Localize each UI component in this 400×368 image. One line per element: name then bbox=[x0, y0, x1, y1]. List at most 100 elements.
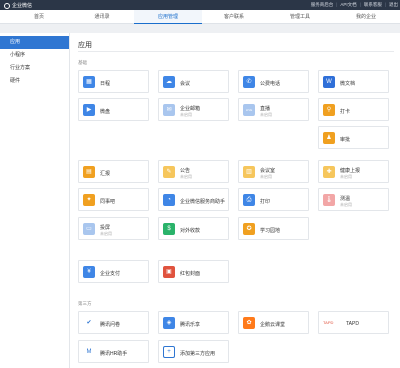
calendar-icon: ▦ bbox=[83, 76, 95, 88]
app-card-assistant[interactable]: ◔ 企业微信服务商助手 bbox=[158, 188, 229, 211]
app-card-label: 汇报 bbox=[100, 171, 111, 177]
approval-icon: ♟ bbox=[323, 132, 335, 144]
app-card-status: 未启用 bbox=[340, 174, 352, 179]
cloud-class-icon: ✿ bbox=[243, 317, 255, 329]
main-nav: 首页 通讯录 应用管理 客户联系 管理工具 我的企业 bbox=[0, 10, 400, 24]
brand-name: 企业微信 bbox=[12, 3, 33, 9]
link-contact-support[interactable]: 联系客服 bbox=[364, 2, 382, 8]
link-service-backend[interactable]: 服务商后台 bbox=[311, 2, 334, 8]
app-card-approval[interactable]: ♟ 审批 bbox=[318, 126, 389, 149]
app-card-label: 腾讯乐享 bbox=[180, 322, 201, 328]
section-label-third-party: 第三方 bbox=[78, 301, 92, 306]
app-card-drive[interactable]: ▶ 微盘 bbox=[78, 98, 149, 121]
app-card-phone[interactable]: ✆ 公费电话 bbox=[238, 70, 309, 93]
app-card-add[interactable]: + 添加第三方应用 bbox=[158, 340, 229, 363]
app-card-status: 未启用 bbox=[180, 174, 192, 179]
app-card-cloud-class[interactable]: ✿ 企鹅云课堂 bbox=[238, 311, 309, 334]
app-card-payment[interactable]: $ 对外收款 bbox=[158, 217, 229, 240]
tab-management-tools[interactable]: 管理工具 bbox=[266, 10, 334, 24]
app-card-label: 对外收款 bbox=[180, 228, 201, 234]
link-api-docs[interactable]: API文档 bbox=[340, 2, 356, 8]
app-card-lexiang[interactable]: ◈ 腾讯乐享 bbox=[158, 311, 229, 334]
sidebar-item-mini-programs[interactable]: 小程序 bbox=[0, 49, 69, 62]
app-card-label: 企业邮箱 bbox=[180, 106, 201, 112]
app-card-document[interactable]: W 微文档 bbox=[318, 70, 389, 93]
report-icon: ▤ bbox=[83, 166, 95, 178]
screen-icon: ▭ bbox=[83, 223, 95, 235]
colleague-icon: ✦ bbox=[83, 194, 95, 206]
app-card-label: 学习园地 bbox=[260, 228, 281, 234]
app-card-calendar[interactable]: ▦ 日程 bbox=[78, 70, 149, 93]
app-card-mail[interactable]: ✉ 企业邮箱 未启用 bbox=[158, 98, 229, 121]
survey-icon: ✔ bbox=[83, 317, 95, 329]
divider: | bbox=[384, 2, 386, 7]
meeting-room-icon: ▥ bbox=[243, 166, 255, 178]
red-packet-icon: ▣ bbox=[163, 266, 175, 278]
app-card-status: 未启用 bbox=[260, 174, 272, 179]
app-card-report[interactable]: ▤ 汇报 bbox=[78, 160, 149, 183]
phone-icon: ✆ bbox=[243, 76, 255, 88]
app-card-thermometer[interactable]: 🌡 测温 未启用 bbox=[318, 188, 389, 211]
app-card-label: 投屏 bbox=[100, 225, 111, 231]
app-card-label: 打印 bbox=[260, 199, 271, 205]
tab-app-management[interactable]: 应用管理 bbox=[134, 10, 202, 24]
tab-my-enterprise[interactable]: 我的企业 bbox=[332, 10, 400, 24]
app-card-screen[interactable]: ▭ 投屏 未启用 bbox=[78, 217, 149, 240]
app-card-status: 未启用 bbox=[180, 112, 192, 117]
app-card-red-packet[interactable]: ▣ 红包封面 bbox=[158, 260, 229, 283]
app-card-tapd[interactable]: TAPD TAPD bbox=[318, 311, 389, 334]
app-card-survey[interactable]: ✔ 腾讯问卷 bbox=[78, 311, 149, 334]
learning-icon: ✪ bbox=[243, 223, 255, 235]
app-card-enterprise-pay[interactable]: ¥ 企业支付 bbox=[78, 260, 149, 283]
drive-icon: ▶ bbox=[83, 104, 95, 116]
enterprise-pay-icon: ¥ bbox=[83, 266, 95, 278]
app-card-label: 会议 bbox=[180, 81, 191, 87]
app-card-label: 微盘 bbox=[100, 109, 111, 115]
app-card-status: 未启用 bbox=[260, 112, 272, 117]
print-icon: ⎙ bbox=[243, 194, 255, 206]
assistant-icon: ◔ bbox=[163, 194, 175, 206]
app-card-announcement[interactable]: ✎ 公告 未启用 bbox=[158, 160, 229, 183]
divider bbox=[78, 51, 394, 52]
tapd-icon: TAPD bbox=[323, 317, 341, 329]
app-card-label: 打卡 bbox=[340, 109, 351, 115]
sidebar-item-industry-solutions[interactable]: 行业方案 bbox=[0, 62, 69, 75]
app-card-label: 公费电话 bbox=[260, 81, 281, 87]
main-panel: 应用 基础 第三方 ▦ 日程 ☁ 会议 ✆ 公费电话 W 微文档 ▶ 微盘 ✉ 企业邮箱 未启用 LIVE… bbox=[70, 33, 400, 368]
wecom-logo-icon bbox=[4, 2, 10, 9]
tab-home[interactable]: 首页 bbox=[5, 10, 73, 24]
app-card-meeting-room[interactable]: ▥ 会议室 未启用 bbox=[238, 160, 309, 183]
app-card-label: 微文档 bbox=[340, 81, 356, 87]
sidebar-item-apps[interactable]: 应用 bbox=[0, 36, 69, 49]
link-logout[interactable]: 退出 bbox=[389, 2, 398, 8]
app-card-status: 未启用 bbox=[100, 231, 112, 236]
add-icon: + bbox=[163, 346, 175, 358]
app-card-label: 同事吧 bbox=[100, 199, 116, 205]
section-label-basic: 基础 bbox=[78, 60, 87, 65]
health-icon: ✚ bbox=[323, 166, 335, 178]
app-card-colleague[interactable]: ✦ 同事吧 bbox=[78, 188, 149, 211]
app-card-print[interactable]: ⎙ 打印 bbox=[238, 188, 309, 211]
app-card-label: 审批 bbox=[340, 137, 351, 143]
tab-contacts[interactable]: 通讯录 bbox=[68, 10, 136, 24]
tab-customer-contact[interactable]: 客户联系 bbox=[200, 10, 268, 24]
thermometer-icon: 🌡 bbox=[323, 194, 335, 206]
live-icon: LIVE bbox=[243, 104, 255, 116]
app-card-label: 会议室 bbox=[260, 168, 276, 174]
app-card-label: 企鹅云课堂 bbox=[260, 322, 286, 328]
hr-assistant-icon: M bbox=[83, 346, 95, 358]
app-card-hr-assistant[interactable]: M 腾讯HR助手 bbox=[78, 340, 149, 363]
app-card-learning[interactable]: ✪ 学习园地 bbox=[238, 217, 309, 240]
payment-icon: $ bbox=[163, 223, 175, 235]
checkin-icon: ⚲ bbox=[323, 104, 335, 116]
app-card-label: 测温 bbox=[340, 196, 351, 202]
sidebar: 应用 小程序 行业方案 硬件 bbox=[0, 33, 70, 368]
app-card-live[interactable]: LIVE 直播 未启用 bbox=[238, 98, 309, 121]
brand-logo[interactable]: 企业微信 bbox=[4, 2, 32, 9]
sidebar-item-hardware[interactable]: 硬件 bbox=[0, 75, 69, 88]
app-card-label: 红包封面 bbox=[180, 271, 201, 277]
app-card-meeting[interactable]: ☁ 会议 bbox=[158, 70, 229, 93]
app-card-health[interactable]: ✚ 健康上报 未启用 bbox=[318, 160, 389, 183]
app-card-checkin[interactable]: ⚲ 打卡 bbox=[318, 98, 389, 121]
app-card-label: 添加第三方应用 bbox=[180, 351, 216, 357]
